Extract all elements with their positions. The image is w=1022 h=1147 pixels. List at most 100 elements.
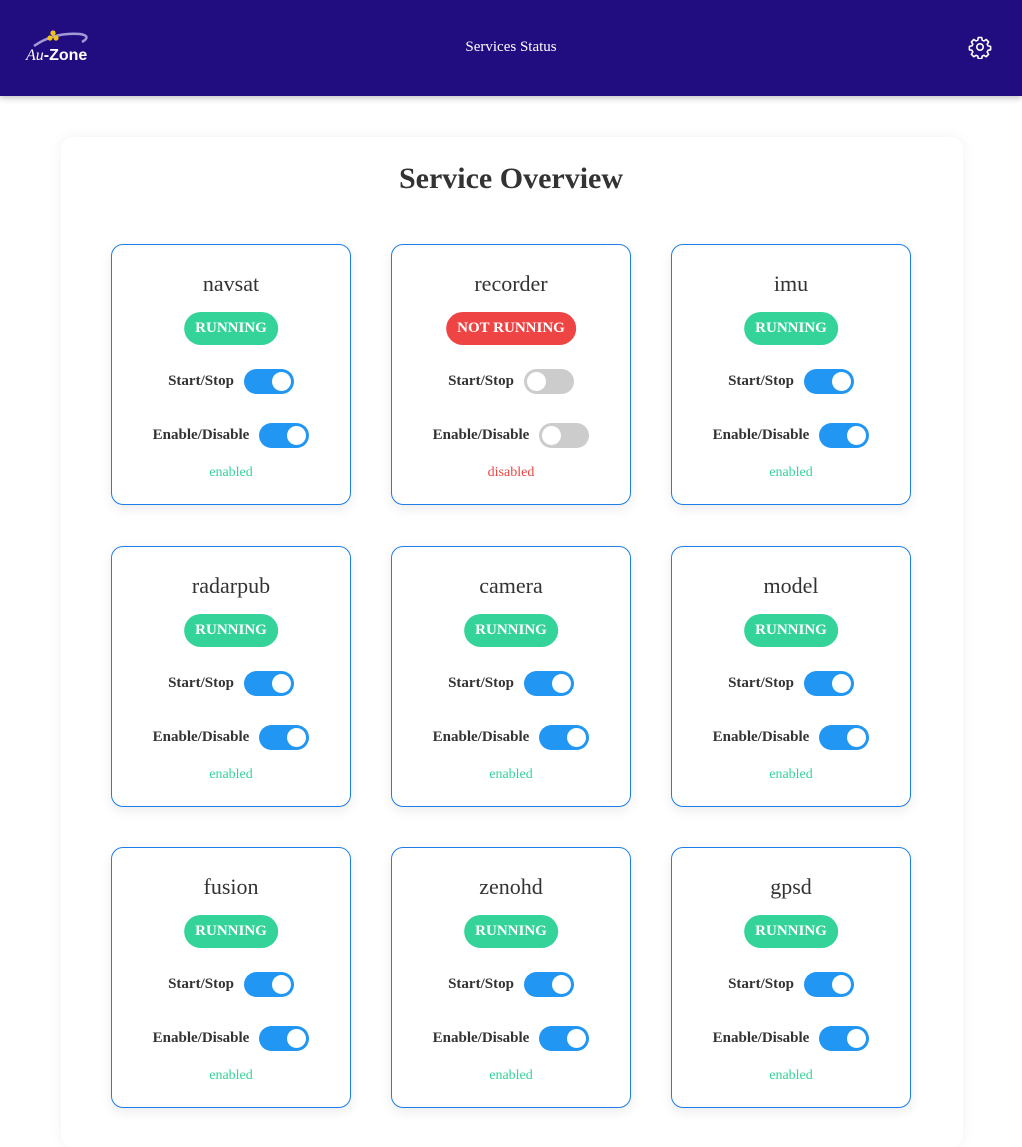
enable-disable-label: Enable/Disable xyxy=(432,427,530,443)
enabled-state-text: enabled xyxy=(769,465,813,480)
start-stop-toggle[interactable] xyxy=(523,972,574,997)
service-name: navsat xyxy=(202,271,260,296)
service-name: radarpub xyxy=(191,573,271,598)
toggle-knob xyxy=(831,372,851,391)
enable-disable-row: Enable/Disable xyxy=(392,423,630,448)
status-badge: RUNNING xyxy=(744,312,838,345)
start-stop-row: Start/Stop xyxy=(112,671,350,696)
toggle-knob xyxy=(567,1029,587,1048)
enabled-state-text: enabled xyxy=(209,1068,253,1083)
service-card-gpsd: gpsd RUNNING Start/Stop Enable/Disable e… xyxy=(671,847,911,1108)
enable-disable-row: Enable/Disable xyxy=(112,725,350,750)
enable-disable-toggle[interactable] xyxy=(539,423,590,448)
enable-disable-label: Enable/Disable xyxy=(152,427,250,443)
toggle-knob xyxy=(287,1029,307,1048)
toggle-knob xyxy=(847,426,867,445)
enable-disable-row: Enable/Disable xyxy=(112,1026,350,1051)
enable-disable-label: Enable/Disable xyxy=(152,1030,250,1046)
enable-disable-label: Enable/Disable xyxy=(432,729,530,745)
start-stop-label: Start/Stop xyxy=(168,675,234,691)
enable-disable-toggle[interactable] xyxy=(259,725,310,750)
toggle-knob xyxy=(831,674,851,693)
start-stop-label: Start/Stop xyxy=(448,373,514,389)
start-stop-label: Start/Stop xyxy=(448,976,514,992)
enable-disable-toggle[interactable] xyxy=(819,423,870,448)
toggle-knob xyxy=(831,975,851,994)
enable-disable-toggle[interactable] xyxy=(539,1026,590,1051)
enabled-state-text: disabled xyxy=(487,465,535,480)
start-stop-row: Start/Stop xyxy=(392,369,630,394)
enable-disable-row: Enable/Disable xyxy=(392,1026,630,1051)
service-card-camera: camera RUNNING Start/Stop Enable/Disable… xyxy=(391,546,631,807)
start-stop-toggle[interactable] xyxy=(243,671,294,696)
toggle-knob xyxy=(271,674,291,693)
start-stop-label: Start/Stop xyxy=(728,373,794,389)
status-badge: RUNNING xyxy=(744,915,838,948)
toggle-knob xyxy=(271,372,291,391)
toggle-knob xyxy=(526,372,546,391)
service-card-model: model RUNNING Start/Stop Enable/Disable … xyxy=(671,546,911,807)
start-stop-toggle[interactable] xyxy=(803,369,854,394)
service-card-recorder: recorder NOT RUNNING Start/Stop Enable/D… xyxy=(391,244,631,505)
enable-disable-label: Enable/Disable xyxy=(432,1030,530,1046)
enable-disable-label: Enable/Disable xyxy=(712,1030,810,1046)
status-badge: RUNNING xyxy=(464,614,558,647)
start-stop-label: Start/Stop xyxy=(168,976,234,992)
start-stop-toggle[interactable] xyxy=(243,972,294,997)
service-card-fusion: fusion RUNNING Start/Stop Enable/Disable… xyxy=(111,847,351,1108)
enable-disable-toggle[interactable] xyxy=(539,725,590,750)
service-name: imu xyxy=(773,271,809,296)
enable-disable-row: Enable/Disable xyxy=(672,1026,910,1051)
start-stop-row: Start/Stop xyxy=(672,369,910,394)
service-card-radarpub: radarpub RUNNING Start/Stop Enable/Disab… xyxy=(111,546,351,807)
toggle-knob xyxy=(551,975,571,994)
service-name: recorder xyxy=(474,271,548,296)
status-badge: NOT RUNNING xyxy=(446,312,576,345)
enable-disable-row: Enable/Disable xyxy=(672,423,910,448)
service-card-imu: imu RUNNING Start/Stop Enable/Disable en… xyxy=(671,244,911,505)
start-stop-row: Start/Stop xyxy=(672,671,910,696)
enable-disable-label: Enable/Disable xyxy=(712,427,810,443)
start-stop-toggle[interactable] xyxy=(803,972,854,997)
status-badge: RUNNING xyxy=(184,614,278,647)
service-name: model xyxy=(763,573,819,598)
start-stop-toggle[interactable] xyxy=(803,671,854,696)
enable-disable-row: Enable/Disable xyxy=(672,725,910,750)
start-stop-row: Start/Stop xyxy=(112,972,350,997)
enable-disable-label: Enable/Disable xyxy=(152,729,250,745)
status-badge: RUNNING xyxy=(464,915,558,948)
toggle-knob xyxy=(847,728,867,747)
status-badge: RUNNING xyxy=(744,614,838,647)
page-title: Service Overview xyxy=(398,162,624,195)
service-name: zenohd xyxy=(479,874,543,899)
enable-disable-row: Enable/Disable xyxy=(112,423,350,448)
enable-disable-toggle[interactable] xyxy=(259,423,310,448)
toggle-knob xyxy=(271,975,291,994)
start-stop-row: Start/Stop xyxy=(672,972,910,997)
header-title: Services Status xyxy=(465,39,557,55)
top-bar: Au-Zone Services Status xyxy=(0,0,1022,96)
enabled-state-text: enabled xyxy=(489,767,533,782)
start-stop-label: Start/Stop xyxy=(168,373,234,389)
enabled-state-text: enabled xyxy=(209,767,253,782)
toggle-knob xyxy=(567,728,587,747)
start-stop-row: Start/Stop xyxy=(392,671,630,696)
start-stop-label: Start/Stop xyxy=(728,976,794,992)
toggle-knob xyxy=(551,674,571,693)
start-stop-toggle[interactable] xyxy=(523,369,574,394)
service-name: fusion xyxy=(203,874,259,899)
status-badge: RUNNING xyxy=(184,312,278,345)
toggle-knob xyxy=(287,426,307,445)
toggle-knob xyxy=(542,426,562,445)
service-name: gpsd xyxy=(770,874,812,899)
enable-disable-row: Enable/Disable xyxy=(392,725,630,750)
start-stop-toggle[interactable] xyxy=(243,369,294,394)
enable-disable-toggle[interactable] xyxy=(259,1026,310,1051)
service-name: camera xyxy=(479,573,543,598)
enable-disable-toggle[interactable] xyxy=(819,725,870,750)
gear-icon[interactable] xyxy=(968,35,992,60)
enable-disable-toggle[interactable] xyxy=(819,1026,870,1051)
start-stop-row: Start/Stop xyxy=(392,972,630,997)
start-stop-label: Start/Stop xyxy=(728,675,794,691)
start-stop-toggle[interactable] xyxy=(523,671,574,696)
